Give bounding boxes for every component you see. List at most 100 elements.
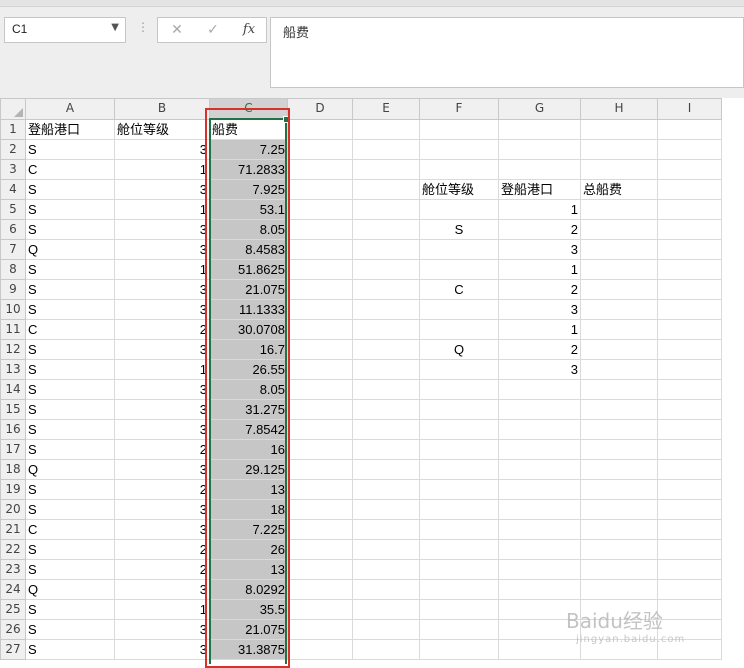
cell-e[interactable] <box>352 259 420 280</box>
cell-d[interactable] <box>287 299 353 320</box>
cell-b[interactable]: 3 <box>114 419 210 440</box>
cell-f[interactable]: S <box>419 219 499 240</box>
cell-d[interactable] <box>287 499 353 520</box>
cell-g[interactable]: 2 <box>498 339 581 360</box>
cell-h[interactable] <box>580 379 658 400</box>
cell-c[interactable]: 31.275 <box>209 399 288 420</box>
cell-a[interactable]: S <box>25 419 115 440</box>
cell-e[interactable] <box>352 319 420 340</box>
cell-i[interactable] <box>657 359 722 380</box>
cell-g[interactable]: 2 <box>498 219 581 240</box>
row-header[interactable]: 10 <box>0 299 26 320</box>
cell-i[interactable] <box>657 619 722 640</box>
cell-e[interactable] <box>352 619 420 640</box>
cell-b[interactable]: 3 <box>114 579 210 600</box>
cell-c[interactable]: 11.1333 <box>209 299 288 320</box>
cell-a[interactable]: C <box>25 519 115 540</box>
cell-i[interactable] <box>657 118 722 140</box>
cell-d[interactable] <box>287 599 353 620</box>
cell-c[interactable]: 16 <box>209 439 288 460</box>
cell-g[interactable] <box>498 379 581 400</box>
cell-i[interactable] <box>657 299 722 320</box>
cell-f[interactable]: C <box>419 279 499 300</box>
cell-b[interactable]: 3 <box>114 499 210 520</box>
cell-e[interactable] <box>352 118 420 140</box>
cell-i[interactable] <box>657 179 722 200</box>
cell-d[interactable] <box>287 199 353 220</box>
cell-e[interactable] <box>352 539 420 560</box>
row-header[interactable]: 9 <box>0 279 26 300</box>
cell-h[interactable] <box>580 259 658 280</box>
cell-i[interactable] <box>657 419 722 440</box>
cell-c[interactable]: 16.7 <box>209 339 288 360</box>
cell-g[interactable] <box>498 579 581 600</box>
cell-h[interactable] <box>580 399 658 420</box>
cell-a[interactable]: S <box>25 359 115 380</box>
cell-i[interactable] <box>657 479 722 500</box>
cell-c[interactable]: 30.0708 <box>209 319 288 340</box>
cell-h[interactable] <box>580 319 658 340</box>
cell-f[interactable] <box>419 359 499 380</box>
cell-i[interactable] <box>657 239 722 260</box>
row-header[interactable]: 20 <box>0 499 26 520</box>
cell-d[interactable] <box>287 279 353 300</box>
cell-e[interactable] <box>352 479 420 500</box>
cell-f[interactable] <box>419 139 499 160</box>
cell-e[interactable] <box>352 159 420 180</box>
cell-g[interactable]: 3 <box>498 239 581 260</box>
cell-d[interactable] <box>287 159 353 180</box>
cell-b[interactable]: 2 <box>114 319 210 340</box>
row-header[interactable]: 22 <box>0 539 26 560</box>
cell-a[interactable]: S <box>25 439 115 460</box>
cell-a[interactable]: S <box>25 199 115 220</box>
cell-f[interactable] <box>419 619 499 640</box>
cell-d[interactable] <box>287 179 353 200</box>
row-header[interactable]: 2 <box>0 139 26 160</box>
cell-g[interactable]: 1 <box>498 259 581 280</box>
check-icon[interactable]: ✓ <box>198 20 228 40</box>
cell-a[interactable]: C <box>25 319 115 340</box>
cell-i[interactable] <box>657 219 722 240</box>
cell-i[interactable] <box>657 199 722 220</box>
cell-d[interactable] <box>287 379 353 400</box>
cell-i[interactable] <box>657 279 722 300</box>
cell-d[interactable] <box>287 118 353 140</box>
cell-d[interactable] <box>287 259 353 280</box>
cell-e[interactable] <box>352 199 420 220</box>
row-header[interactable]: 1 <box>0 118 26 140</box>
cell-g[interactable] <box>498 639 581 660</box>
cell-c[interactable]: 7.8542 <box>209 419 288 440</box>
cell-d[interactable] <box>287 139 353 160</box>
cell-f[interactable] <box>419 559 499 580</box>
name-box[interactable]: C1 ▼ <box>4 17 126 43</box>
row-header[interactable]: 8 <box>0 259 26 280</box>
row-header[interactable]: 4 <box>0 179 26 200</box>
cell-d[interactable] <box>287 439 353 460</box>
cell-h[interactable] <box>580 539 658 560</box>
cell-d[interactable] <box>287 219 353 240</box>
cell-f[interactable] <box>419 159 499 180</box>
cell-e[interactable] <box>352 219 420 240</box>
cell-h[interactable] <box>580 159 658 180</box>
cell-b[interactable]: 3 <box>114 179 210 200</box>
cell-c[interactable]: 29.125 <box>209 459 288 480</box>
cell-h[interactable] <box>580 118 658 140</box>
cell-c[interactable]: 8.05 <box>209 379 288 400</box>
cell-d[interactable] <box>287 239 353 260</box>
cell-h[interactable] <box>580 339 658 360</box>
cell-f[interactable] <box>419 399 499 420</box>
row-header[interactable]: 26 <box>0 619 26 640</box>
cell-b[interactable]: 3 <box>114 639 210 660</box>
cell-f[interactable] <box>419 599 499 620</box>
cell-d[interactable] <box>287 539 353 560</box>
cell-e[interactable] <box>352 419 420 440</box>
cell-f[interactable] <box>419 499 499 520</box>
cell-d[interactable] <box>287 419 353 440</box>
cell-b[interactable]: 3 <box>114 519 210 540</box>
col-header-f[interactable]: F <box>419 98 499 120</box>
cell-g[interactable] <box>498 499 581 520</box>
cell-i[interactable] <box>657 439 722 460</box>
cell-d[interactable] <box>287 639 353 660</box>
cell-e[interactable] <box>352 279 420 300</box>
cell-g[interactable] <box>498 118 581 140</box>
